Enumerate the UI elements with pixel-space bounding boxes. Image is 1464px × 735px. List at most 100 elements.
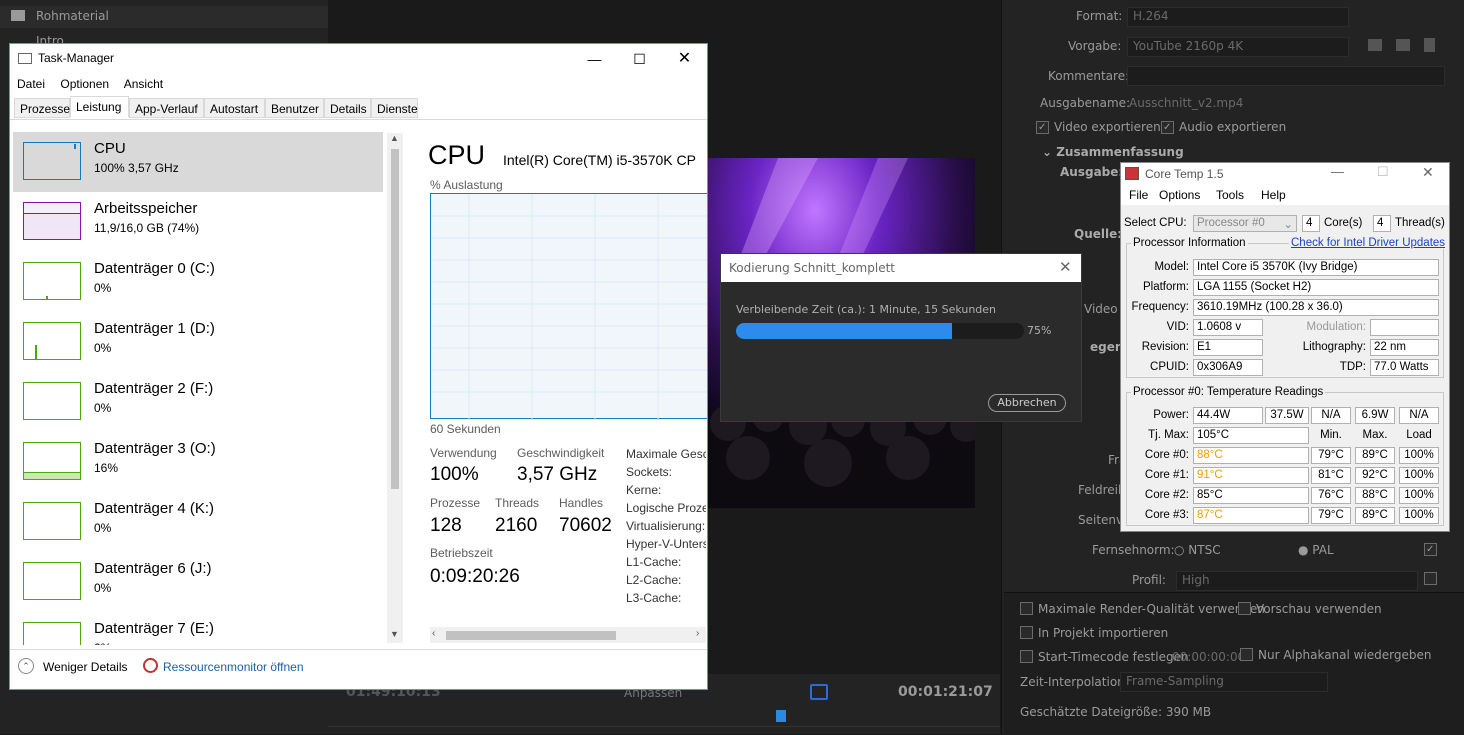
scroll-right-icon[interactable]: › [696,628,699,639]
tab-benutzer[interactable]: Benutzer [265,98,324,118]
power-value: N/A [1311,407,1351,424]
chevron-up-icon[interactable]: ⌃ [18,658,34,674]
ntsc-radio[interactable]: ○ NTSC [1174,543,1221,557]
footer-divider [10,649,707,650]
tv-standard-label: Fernsehnorm: [1092,543,1175,557]
cpu-select[interactable]: Processor #0 ⌄ [1193,215,1297,232]
disk-thumbnail [23,382,81,420]
model-label: Model: [1154,261,1189,273]
sidebar-item-value: 0% [94,341,112,355]
close-button[interactable]: ✕ [662,44,707,74]
tab-app-verlauf[interactable]: App-Verlauf [129,98,204,118]
close-icon[interactable]: ✕ [1059,258,1072,276]
cores-label: Core(s) [1324,217,1363,229]
timecode-right: 00:01:21:07 [898,684,993,700]
driver-update-link[interactable]: Check for Intel Driver Updates [1289,237,1448,249]
export-audio-checkbox[interactable]: Audio exportieren [1161,120,1286,134]
sidebar-item-disk-o[interactable]: Datenträger 3 (O:) 16% [13,432,383,492]
preset-select[interactable]: YouTube 2160p 4K [1127,37,1349,57]
import-preset-icon[interactable] [1396,39,1410,51]
sidebar-item-memory[interactable]: Arbeitsspeicher 11,9/16,0 GB (74%) [13,192,383,252]
tab-prozesse[interactable]: Prozesse [14,98,70,118]
scroll-thumb[interactable] [391,149,399,489]
max-render-checkbox[interactable]: Maximale Render-Qualität verwenden [1020,602,1265,616]
sidebar-item-disk-f[interactable]: Datenträger 2 (F:) 0% [13,372,383,432]
alpha-only-checkbox[interactable]: Nur Alphakanal wiedergeben [1240,648,1432,662]
save-preset-icon[interactable] [1368,39,1382,51]
start-timecode-checkbox[interactable]: Start-Timecode festlegen [1020,650,1189,664]
sidebar-item-value: 11,9/16,0 GB (74%) [94,221,200,235]
field-order-partial: Feldreih [1078,483,1126,497]
tjmax-label: Tj. Max: [1148,429,1189,441]
sidebar-item-disk-c[interactable]: Datenträger 0 (C:) 0% [13,252,383,312]
encoding-dialog: Kodierung Schnitt_komplett ✕ Verbleibend… [720,253,1082,422]
sidebar-item-name: Datenträger 6 (J:) [94,560,212,577]
profile-checkbox[interactable] [1424,572,1442,586]
format-label: Format: [1076,9,1123,23]
settings-icon[interactable] [810,684,828,700]
tab-autostart[interactable]: Autostart [204,98,265,118]
vid-label: VID: [1166,321,1189,333]
detail-heading: CPU [428,140,486,170]
fewer-details-button[interactable]: Weniger Details [43,660,127,674]
start-timecode-value[interactable]: 00:00:00:00 [1172,650,1245,664]
maximize-button[interactable]: ☐ [1377,164,1389,180]
scroll-left-icon[interactable]: ‹ [432,628,435,639]
close-button[interactable]: ✕ [1422,164,1434,181]
comment-input[interactable] [1127,66,1445,86]
summary-toggle[interactable]: ⌄ Zusammenfassung [1042,145,1184,159]
cancel-button[interactable]: Abbrechen [988,394,1066,412]
sidebar-item-name: Datenträger 0 (C:) [94,260,215,277]
sidebar-item-disk-j[interactable]: Datenträger 6 (J:) 0% [13,552,383,612]
delete-preset-icon[interactable] [1424,38,1435,52]
use-preview-checkbox[interactable]: Vorschau verwenden [1238,602,1382,616]
sidebar-item-name: Datenträger 2 (F:) [94,380,214,397]
video-tab[interactable]: Video [1084,302,1118,316]
sidebar-item-disk-k[interactable]: Datenträger 4 (K:) 0% [13,492,383,552]
minimize-button[interactable]: — [1331,164,1344,179]
scroll-down-icon[interactable]: ▼ [390,629,399,639]
menu-options[interactable]: Options [1159,188,1200,202]
output-name-label: Ausgabename: [1040,96,1131,110]
format-select[interactable]: H.264 [1127,7,1349,27]
playhead-icon[interactable] [776,710,786,722]
menu-help[interactable]: Help [1261,188,1286,202]
sidebar-scrollbar[interactable]: ▲ ▼ [387,133,403,643]
tab-details[interactable]: Details [324,98,371,118]
import-project-checkbox[interactable]: In Projekt importieren [1020,626,1168,640]
disk-thumbnail [23,262,81,300]
output-name-link[interactable]: Ausschnitt_v2.mp4 [1129,96,1243,110]
power-value: 44.4W [1193,407,1263,424]
export-video-checkbox[interactable]: Video exportieren [1036,120,1161,134]
lithography-value: 22 nm [1370,339,1439,356]
tab-dienste[interactable]: Dienste [371,98,418,118]
sidebar-item-cpu[interactable]: CPU 100% 3,57 GHz [13,132,383,192]
hscroll-thumb[interactable] [446,631,616,640]
sidebar-item-name: Datenträger 3 (O:) [94,440,216,457]
tv-standard-checkbox[interactable] [1424,542,1442,556]
threads-value: 2160 [495,515,538,536]
sidebar-item-disk-d[interactable]: Datenträger 1 (D:) 0% [13,312,383,372]
tab-leistung[interactable]: Leistung [70,96,129,118]
scroll-up-icon[interactable]: ▲ [390,133,399,143]
frequency-label: Frequency: [1131,301,1189,313]
menu-ansicht[interactable]: Ansicht [124,77,163,91]
minimize-button[interactable]: — [572,44,617,74]
menu-optionen[interactable]: Optionen [60,77,109,91]
detail-hscrollbar[interactable]: ‹ › [430,627,706,643]
handles-label: Handles [559,496,604,510]
sidebar-item-disk-e[interactable]: Datenträger 7 (E:) 0% [13,612,383,645]
project-folder-row[interactable]: Rohmaterial [0,6,328,28]
timeline-ruler [328,726,1000,727]
resource-monitor-link[interactable]: Ressourcenmonitor öffnen [163,660,304,674]
output-label: Ausgabe: [1060,165,1124,179]
menu-tools[interactable]: Tools [1216,188,1244,202]
core-temp-value: 91°C [1193,467,1309,484]
menu-datei[interactable]: Datei [17,77,45,91]
sidebar-item-name: Arbeitsspeicher [94,200,198,217]
time-interp-select[interactable]: Frame-Sampling [1120,672,1328,692]
menu-file[interactable]: File [1129,188,1148,202]
profile-select[interactable]: High [1176,571,1418,591]
pal-radio[interactable]: ● PAL [1298,543,1334,557]
maximize-button[interactable]: ☐ [617,44,662,74]
